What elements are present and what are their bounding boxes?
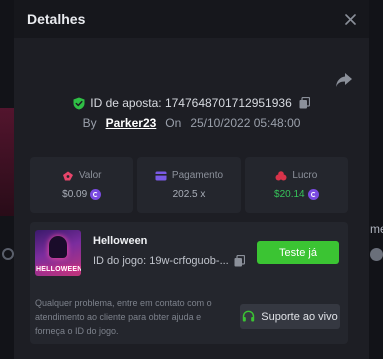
background-text: me i (370, 222, 383, 236)
by-label: By (82, 116, 97, 130)
background-game-art (0, 108, 14, 216)
thumbnail-title: HELLOWEEN (36, 266, 81, 273)
username-link[interactable]: Parker23 (106, 116, 157, 130)
support-button-label: Suporte ao vivo (261, 310, 338, 323)
thumbnail-figure (49, 236, 67, 258)
card-icon (155, 171, 167, 180)
bet-id: ID de aposta: 1747648701712951936 (90, 96, 292, 110)
copy-icon[interactable] (234, 255, 245, 267)
background-radio-icon (2, 248, 14, 260)
game-id: ID do jogo: 19w-crfoguob-... (93, 255, 229, 267)
bet-id-row: ID de aposta: 1747648701712951936 (14, 96, 369, 110)
stat-valor-value: $0.09 (62, 189, 88, 200)
bet-stats: Valor $0.09 Pagamento 202.5 x Lucro $20.… (30, 157, 348, 213)
stat-pagamento-label: Pagamento (171, 170, 224, 181)
game-card: HELLOWEEN Helloween ID do jogo: 19w-crfo… (30, 222, 348, 344)
game-id-row: ID do jogo: 19w-crfoguob-... (93, 255, 245, 267)
copy-icon[interactable] (299, 97, 310, 109)
modal-title: Detalhes (27, 11, 86, 27)
shield-check-icon (73, 97, 85, 109)
details-modal: Detalhes ID de aposta: 17476487017129519… (14, 0, 369, 359)
headset-icon (243, 310, 255, 322)
live-support-button[interactable]: Suporte ao vivo (240, 304, 340, 329)
on-label: On (165, 116, 182, 130)
game-name: Helloween (93, 235, 148, 247)
bet-date: 25/10/2022 05:48:00 (190, 116, 301, 130)
stat-pagamento: Pagamento 202.5 x (137, 157, 241, 213)
test-now-button[interactable]: Teste já (257, 241, 339, 264)
background-info-icon (370, 248, 383, 261)
ticket-icon (62, 171, 73, 180)
stat-lucro-value: $20.14 (274, 189, 305, 200)
game-thumbnail[interactable]: HELLOWEEN (35, 230, 81, 276)
close-icon[interactable] (341, 10, 359, 28)
stat-valor-label: Valor (78, 170, 102, 181)
stat-lucro: Lucro $20.14 (244, 157, 348, 213)
close-icon-glyph (344, 13, 356, 25)
modal-header: Detalhes (14, 0, 369, 38)
share-icon[interactable] (335, 72, 353, 88)
bettor-row: By Parker23 On 25/10/2022 05:48:00 (14, 116, 369, 130)
stat-valor: Valor $0.09 (30, 157, 134, 213)
help-text: Qualquer problema, entre em contato com … (35, 298, 212, 336)
coin-icon (307, 189, 319, 200)
stat-pagamento-value: 202.5 x (172, 189, 206, 200)
coin-icon (90, 189, 102, 200)
stat-lucro-label: Lucro (292, 170, 318, 181)
money-bag-icon (275, 170, 287, 180)
